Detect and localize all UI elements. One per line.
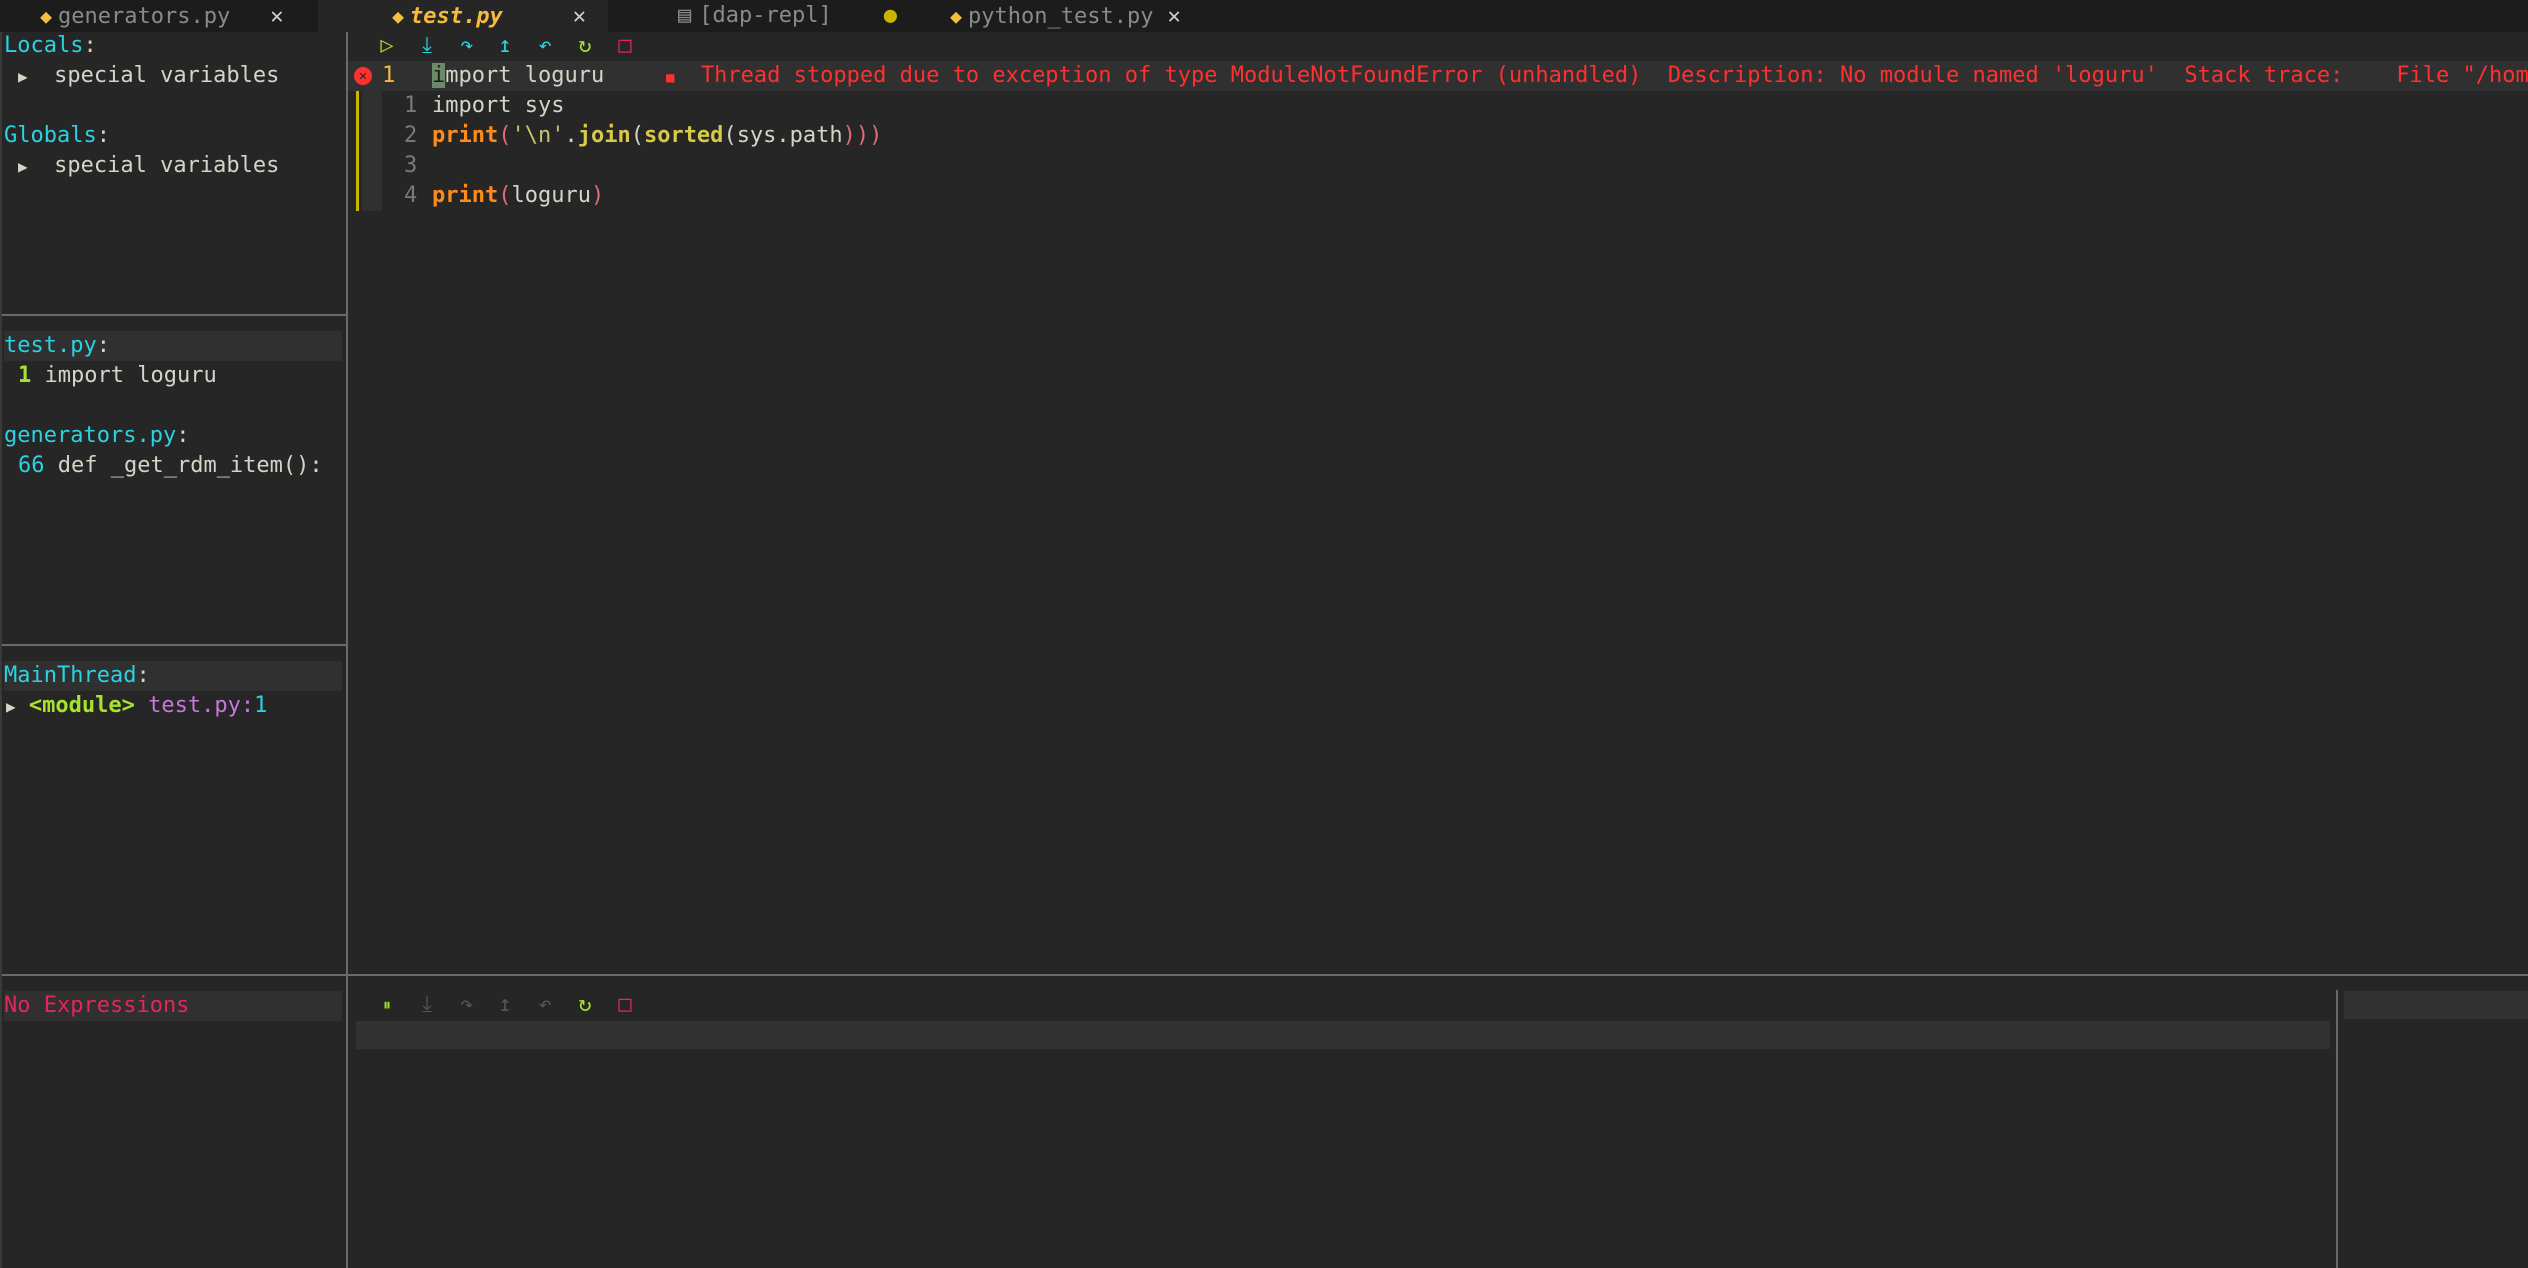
modified-indicator: ● <box>883 3 897 28</box>
tab-python-test[interactable]: ◆ python_test.py ✕ <box>950 0 1181 32</box>
console-header <box>2344 991 2528 1019</box>
watches-panel[interactable]: No Expressions <box>4 991 342 1021</box>
step-into-icon[interactable]: ⤓ <box>413 32 441 60</box>
thread-main[interactable]: MainThread: <box>4 661 342 691</box>
line-number: 1 <box>404 93 418 118</box>
close-icon[interactable]: ✕ <box>573 4 586 29</box>
window-edge <box>0 32 2 1268</box>
line-number: 3 <box>404 153 418 178</box>
stack-frame[interactable]: ▶ <module> test.py:1 <box>6 691 267 721</box>
python-icon: ◆ <box>40 4 53 28</box>
restart-icon[interactable]: ↻ <box>571 991 599 1019</box>
tab-label: test.py <box>410 4 503 29</box>
line-number: 2 <box>404 123 418 148</box>
globals-header[interactable]: Globals: <box>4 121 110 151</box>
step-back-icon[interactable]: ↶ <box>531 32 559 60</box>
stop-icon[interactable]: □ <box>611 32 639 60</box>
restart-icon[interactable]: ↻ <box>571 32 599 60</box>
breakpoint-entry[interactable]: 1 import loguru <box>18 361 217 391</box>
tab-bar: ◆ generators.py ✕ ◆ test.py ✕ ▤ [dap-repl] ● ◆… <box>0 0 2528 32</box>
step-over-icon[interactable]: ↷ <box>453 32 481 60</box>
diagnostic-virtual-text: ■ Thread stopped due to exception of typ… <box>666 63 2528 88</box>
breakpoint-file-generators[interactable]: generators.py: <box>4 421 189 451</box>
globals-special-variables[interactable]: ▶ special variables <box>18 151 279 181</box>
stop-icon[interactable]: □ <box>611 991 639 1019</box>
code-line[interactable]: import loguru <box>432 61 604 91</box>
locals-header[interactable]: Locals: <box>4 31 97 61</box>
python-icon: ◆ <box>950 4 963 28</box>
tab-dap-repl[interactable]: ▤ [dap-repl] ● <box>678 0 897 32</box>
python-icon: ◆ <box>392 4 405 28</box>
breakpoint-entry[interactable]: 66 def _get_rdm_item(): <box>18 451 323 481</box>
sign-column <box>362 91 382 211</box>
step-over-icon[interactable]: ↷ <box>453 991 481 1019</box>
document-icon: ▤ <box>678 3 692 28</box>
error-sign-icon: ✕ <box>354 61 372 91</box>
tab-label: python_test.py <box>968 4 1154 29</box>
breakpoint-file-test[interactable]: test.py: <box>4 331 342 361</box>
expand-arrow-icon: ▶ <box>18 67 28 86</box>
step-back-icon[interactable]: ↶ <box>531 991 559 1019</box>
close-icon[interactable]: ✕ <box>270 4 283 29</box>
tab-generators[interactable]: ◆ generators.py ✕ <box>40 0 283 32</box>
code-line[interactable]: import sys <box>432 91 564 121</box>
tab-label: [dap-repl] <box>699 3 832 28</box>
code-line[interactable]: print('\n'.join(sorted(sys.path))) <box>432 121 882 151</box>
tab-test[interactable]: ◆ test.py ✕ <box>318 0 608 32</box>
bottom-divider <box>2 974 2528 976</box>
continue-icon[interactable]: ▷ <box>373 32 401 60</box>
pause-icon[interactable]: ⏸ <box>373 991 401 1019</box>
line-number: 4 <box>404 183 418 208</box>
code-line[interactable]: print(loguru) <box>432 181 604 211</box>
right-panel-border <box>2336 990 2338 1268</box>
cursor: i <box>432 63 446 88</box>
step-out-icon[interactable]: ↥ <box>491 991 519 1019</box>
left-panel-border <box>346 32 348 1268</box>
scopes-divider <box>2 314 346 316</box>
git-change-bar <box>356 91 359 211</box>
breakpoints-divider <box>2 644 346 646</box>
step-into-icon[interactable]: ⤓ <box>413 991 441 1019</box>
expand-arrow-icon: ▶ <box>6 697 16 716</box>
tab-label: generators.py <box>58 4 231 29</box>
step-out-icon[interactable]: ↥ <box>491 32 519 60</box>
repl-input[interactable] <box>356 1021 2330 1049</box>
close-icon[interactable]: ✕ <box>1167 4 1180 29</box>
expand-arrow-icon: ▶ <box>18 157 28 176</box>
error-marker-icon: ■ <box>666 70 675 86</box>
locals-special-variables[interactable]: ▶ special variables <box>18 61 279 91</box>
line-number: 1 <box>382 63 396 88</box>
